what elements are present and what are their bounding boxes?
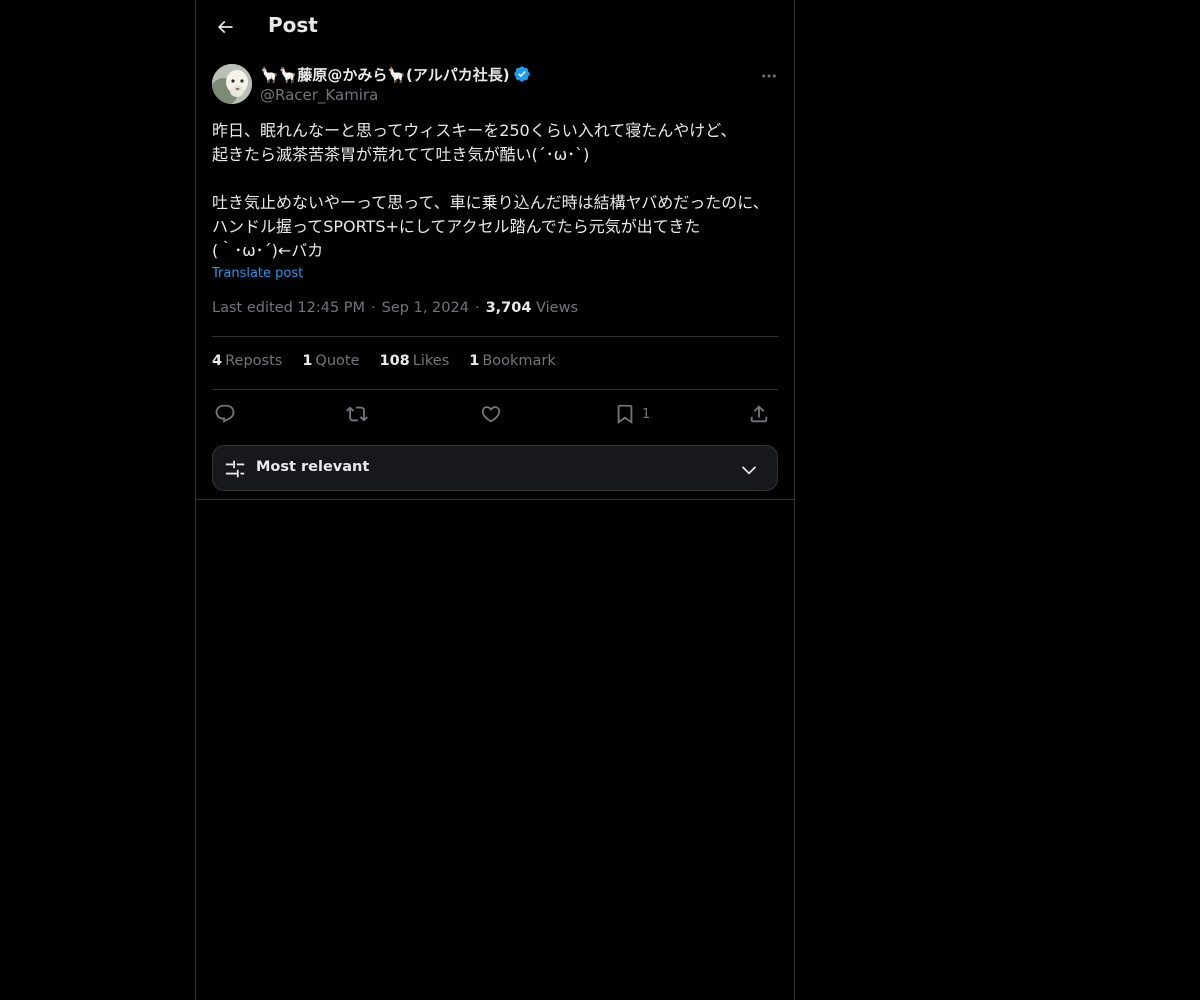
avatar[interactable] [212,64,252,104]
bookmark-button[interactable]: 1 [614,400,650,428]
reply-sort-dropdown[interactable]: Most relevant [212,445,778,491]
divider [212,389,778,390]
repost-button[interactable] [346,400,368,428]
reply-button[interactable] [214,400,236,428]
heart-icon [481,406,501,423]
alpaca-avatar-image [212,64,252,104]
back-button[interactable] [208,10,242,44]
translate-post-link[interactable]: Translate post [212,266,303,281]
bookmarks-stat[interactable]: 1 Bookmark [469,353,556,369]
divider [212,336,778,337]
divider [196,499,794,500]
bookmark-count: 1 [642,406,651,422]
author-name-row[interactable]: 🦙🦙藤原@かみら🦙(アルパカ社長) [260,63,531,85]
post-date[interactable]: Sep 1, 2024 [382,300,469,316]
bookmark-icon [617,404,633,425]
likes-stat[interactable]: 108 Likes [380,353,450,369]
engagement-stats: 4 Reposts 1 Quote 108 Likes 1 Bookmark [212,353,556,369]
reply-icon [215,404,235,423]
action-bar: 1 [212,400,778,428]
more-dots-icon [762,74,776,78]
sort-label: Most relevant [256,459,370,475]
share-button[interactable] [748,400,770,428]
chevron-down-icon [741,466,757,475]
post-column: Post 🦙🦙藤原@かみら🦙(アルパカ社長) @Racer_Kamira 昨日、… [195,0,795,1000]
share-icon [750,405,768,423]
page-title: Post [268,13,318,37]
post-text: 昨日、眠れんなーと思ってウィスキーを250くらい入れて寝たんやけど、 起きたら滅… [212,121,769,260]
more-options-button[interactable] [752,64,786,88]
verified-badge-icon [513,65,531,83]
repost-icon [346,406,368,422]
reposts-stat[interactable]: 4 Reposts [212,353,282,369]
sliders-icon [225,460,245,478]
author-handle[interactable]: @Racer_Kamira [260,86,378,104]
quotes-stat[interactable]: 1 Quote [302,353,359,369]
like-button[interactable] [480,400,502,428]
arrow-left-icon [217,20,233,34]
meta-separator: · [371,300,376,316]
meta-separator: · [474,300,480,316]
author-display-name[interactable]: 🦙🦙藤原@かみら🦙(アルパカ社長) [260,64,510,85]
edited-time[interactable]: Last edited 12:45 PM [212,300,365,316]
post-meta: Last edited 12:45 PM · Sep 1, 2024 · 3,7… [212,300,578,316]
views-label: Views [536,300,579,316]
page-header: Post [196,0,794,53]
views-count: 3,704 [485,300,532,316]
